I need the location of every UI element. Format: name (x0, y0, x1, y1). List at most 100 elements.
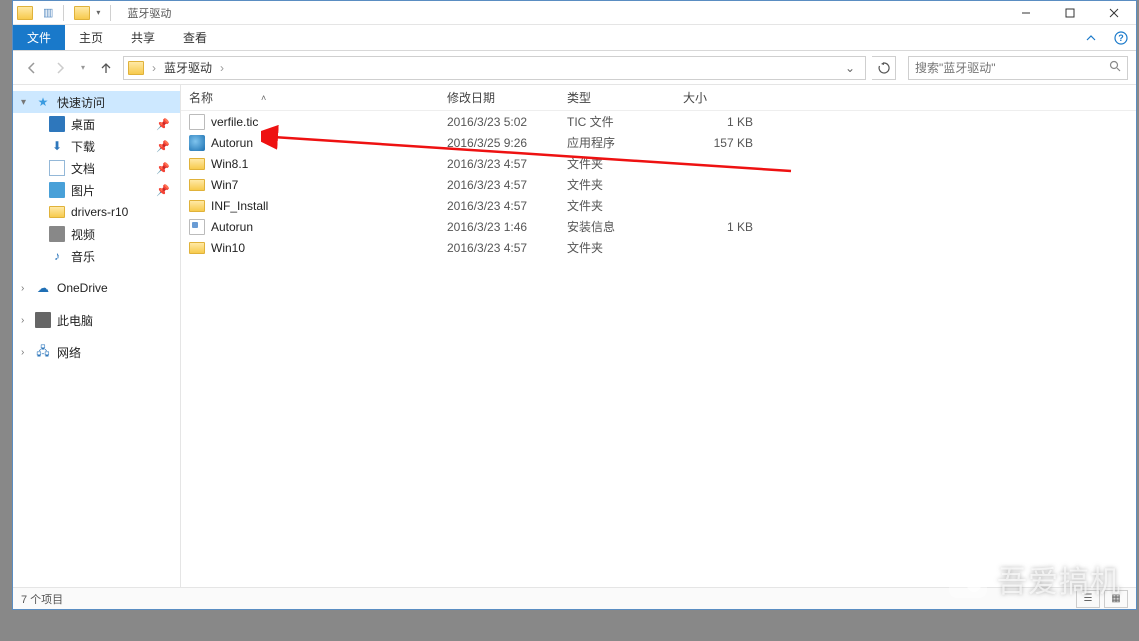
sidebar-item-label: 网络 (57, 344, 81, 361)
file-type: 文件夹 (567, 197, 683, 214)
chevron-down-icon[interactable]: ▾ (21, 97, 26, 108)
folder-icon (189, 200, 205, 212)
column-type[interactable]: 类型 (567, 89, 683, 106)
document-icon (49, 160, 65, 176)
file-list-pane: 名称 ˄ 修改日期 类型 大小 verfile.tic 2016/3/23 5:0… (181, 85, 1136, 587)
sidebar-item-drivers[interactable]: drivers-r10 (13, 201, 180, 223)
sidebar-item-label: 文档 (71, 160, 95, 177)
file-name: verfile.tic (211, 115, 258, 129)
sidebar-item-videos[interactable]: 视频 (13, 223, 180, 245)
sidebar-item-label: 桌面 (71, 116, 95, 133)
file-row[interactable]: Win72016/3/23 4:57文件夹 (181, 174, 1136, 195)
file-row[interactable]: Win8.1 2016/3/23 4:57文件夹 (181, 153, 1136, 174)
folder-icon[interactable] (74, 6, 90, 20)
refresh-button[interactable] (872, 56, 896, 80)
nav-back-button[interactable] (21, 57, 43, 79)
help-button[interactable]: ? (1106, 25, 1136, 50)
status-item-count: 7 个项目 (21, 591, 63, 607)
file-date: 2016/3/23 5:02 (447, 115, 567, 129)
file-size: 1 KB (683, 220, 763, 234)
column-size[interactable]: 大小 (683, 89, 763, 106)
file-name: Win8.1 (211, 157, 248, 171)
nav-history-button[interactable]: ▾ (77, 57, 89, 79)
file-row[interactable]: Autorun2016/3/23 1:46安装信息1 KB (181, 216, 1136, 237)
tab-share[interactable]: 共享 (117, 25, 169, 50)
chevron-right-icon[interactable]: › (21, 283, 24, 294)
breadcrumb-item[interactable]: 蓝牙驱动 (162, 59, 214, 76)
maximize-button[interactable] (1048, 1, 1092, 25)
sidebar-item-label: drivers-r10 (71, 205, 128, 219)
file-name: Autorun (211, 136, 253, 150)
file-name: Win7 (211, 178, 238, 192)
pin-icon: 📌 (156, 184, 170, 197)
file-type: 文件夹 (567, 239, 683, 256)
chevron-right-icon[interactable]: › (21, 315, 24, 326)
file-name: INF_Install (211, 199, 268, 213)
sidebar-item-label: 快速访问 (57, 94, 105, 111)
ribbon-collapse-button[interactable] (1076, 25, 1106, 50)
chevron-right-icon[interactable]: › (216, 61, 228, 75)
file-row[interactable]: Autorun2016/3/25 9:26应用程序157 KB (181, 132, 1136, 153)
watermark-icon (949, 560, 987, 598)
tab-file[interactable]: 文件 (13, 25, 65, 50)
sidebar-item-label: OneDrive (57, 281, 108, 295)
folder-icon (17, 6, 33, 20)
qat-properties-icon[interactable]: ▥ (43, 6, 53, 19)
sidebar-item-desktop[interactable]: 桌面 📌 (13, 113, 180, 135)
column-name[interactable]: 名称 ˄ (189, 89, 447, 106)
title-bar: ▥ ▾ 蓝牙驱动 (13, 1, 1136, 25)
pin-icon: 📌 (156, 118, 170, 131)
sidebar-item-music[interactable]: ♪ 音乐 (13, 245, 180, 267)
search-box[interactable] (908, 56, 1128, 80)
file-type: 文件夹 (567, 155, 683, 172)
sidebar-item-network[interactable]: › 🖧 网络 (13, 341, 180, 363)
desktop-icon (49, 116, 65, 132)
sidebar-item-label: 音乐 (71, 248, 95, 265)
inf-icon (189, 219, 205, 235)
file-row[interactable]: Win10 2016/3/23 4:57文件夹 (181, 237, 1136, 258)
file-date: 2016/3/23 4:57 (447, 241, 567, 255)
file-date: 2016/3/23 4:57 (447, 157, 567, 171)
sidebar-item-label: 图片 (71, 182, 95, 199)
chevron-right-icon[interactable]: › (21, 347, 24, 358)
column-headers: 名称 ˄ 修改日期 类型 大小 (181, 85, 1136, 111)
nav-up-button[interactable] (95, 57, 117, 79)
breadcrumb-dropdown[interactable]: ⌄ (839, 61, 861, 75)
minimize-button[interactable] (1004, 1, 1048, 25)
pc-icon (35, 312, 51, 328)
nav-forward-button[interactable] (49, 57, 71, 79)
chevron-right-icon[interactable]: › (148, 61, 160, 75)
sidebar-item-pictures[interactable]: 图片 📌 (13, 179, 180, 201)
video-icon (49, 226, 65, 242)
sidebar-item-label: 视频 (71, 226, 95, 243)
search-input[interactable] (915, 61, 1109, 75)
file-size: 1 KB (683, 115, 763, 129)
file-name: Win10 (211, 241, 245, 255)
music-icon: ♪ (49, 248, 65, 264)
tab-home[interactable]: 主页 (65, 25, 117, 50)
breadcrumb[interactable]: › 蓝牙驱动 › ⌄ (123, 56, 866, 80)
exe-icon (189, 135, 205, 151)
close-button[interactable] (1092, 1, 1136, 25)
file-date: 2016/3/25 9:26 (447, 136, 567, 150)
file-date: 2016/3/23 1:46 (447, 220, 567, 234)
qat-divider (63, 5, 64, 21)
column-date[interactable]: 修改日期 (447, 89, 567, 106)
sidebar-item-downloads[interactable]: ⬇ 下载 📌 (13, 135, 180, 157)
qat-dropdown-icon[interactable]: ▾ (96, 8, 100, 17)
file-row[interactable]: INF_Install 2016/3/23 4:57文件夹 (181, 195, 1136, 216)
sidebar-item-this-pc[interactable]: › 此电脑 (13, 309, 180, 331)
file-list[interactable]: verfile.tic2016/3/23 5:02TIC 文件1 KBAutor… (181, 111, 1136, 587)
tab-view[interactable]: 查看 (169, 25, 221, 50)
file-row[interactable]: verfile.tic2016/3/23 5:02TIC 文件1 KB (181, 111, 1136, 132)
sort-indicator-icon: ˄ (261, 93, 266, 103)
sidebar-item-onedrive[interactable]: › ☁ OneDrive (13, 277, 180, 299)
quick-access-toolbar: ▥ ▾ (43, 5, 100, 21)
file-date: 2016/3/23 4:57 (447, 199, 567, 213)
file-type: 文件夹 (567, 176, 683, 193)
sidebar-item-documents[interactable]: 文档 📌 (13, 157, 180, 179)
search-icon[interactable] (1109, 60, 1121, 75)
address-bar: ▾ › 蓝牙驱动 › ⌄ (13, 51, 1136, 85)
title-bar-left: ▥ ▾ 蓝牙驱动 (13, 5, 171, 21)
sidebar-item-quick-access[interactable]: ▾ ★ 快速访问 (13, 91, 180, 113)
